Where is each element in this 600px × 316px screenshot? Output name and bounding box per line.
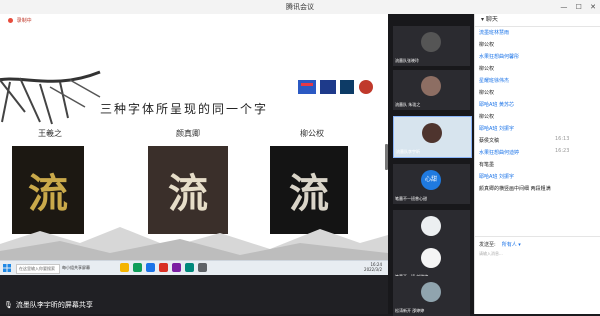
participant-name: 流墨队张晓玲 (395, 58, 419, 63)
participant-initials-avatar: 心甜 (421, 170, 441, 190)
participant-avatar (421, 32, 441, 52)
school-logos (298, 80, 373, 94)
taskbar-task-label[interactable]: 每小组共享屏幕 (62, 264, 90, 272)
participant-name: 松涛新开 邵婷婷 (395, 308, 425, 313)
chat-message-sender: 水果狂想曲何馨彤 (479, 54, 520, 60)
chat-message-sender: 星耀班徐伟杰 (479, 78, 510, 84)
chat-message-sender: 流墨班林慧雨 (479, 30, 510, 36)
windows-taskbar: 在这里输入你要搜索 每小组共享屏幕 16:24 2022/3/2 (0, 260, 388, 275)
file-explorer-icon[interactable] (120, 263, 129, 272)
shared-slide: 录制中 三种字体所呈现的同一个字 王羲之 颜真卿 柳公权 流 流 流 (0, 14, 388, 260)
wps-icon[interactable] (159, 263, 168, 272)
slide-title: 三种字体所呈现的同一个字 (100, 102, 269, 116)
windows-start-icon[interactable] (3, 264, 11, 272)
chat-message-sender: 耶哈A班 刘振宇 (479, 174, 515, 180)
app-icon[interactable] (172, 263, 181, 272)
calligrapher-name: 王羲之 (38, 129, 62, 138)
recording-indicator: 录制中 (8, 17, 32, 24)
chat-message-sender: 耶哈A班 刘振宇 (479, 126, 515, 132)
ink-mountains-decoration (0, 227, 388, 260)
record-dot-icon (8, 18, 13, 23)
chat-message-time: 16:13 (555, 136, 570, 142)
chat-header: ▾ 聊天 (475, 14, 600, 27)
participant-video-list: 流墨队张晓玲 流墨队 朱珑之 流墨队李宇昕 心甜 笔墨不一班曾心甜 笔墨不一班 … (388, 14, 474, 316)
chat-message-text: 柳公权 (479, 66, 495, 72)
chat-message-text: 柳公权 (479, 90, 495, 96)
chat-message-text: 颜真卿的横竖画中间细 两段粗满 (479, 186, 551, 192)
taskbar-search-input[interactable]: 在这里输入你要搜索 (16, 264, 60, 274)
chat-compose: 发送至: 所有人 ▾ 请输入消息... (475, 236, 600, 315)
participant-avatar (421, 76, 441, 96)
maximize-icon[interactable]: ☐ (576, 3, 582, 11)
chat-message-text: 柳公权 (479, 114, 495, 120)
participant-tile[interactable]: 流墨队李宇昕 (393, 116, 472, 158)
close-icon[interactable]: ✕ (590, 3, 596, 11)
app-icon[interactable] (185, 263, 194, 272)
calligrapher-name: 颜真卿 (176, 129, 200, 138)
browser-icon[interactable] (133, 263, 142, 272)
send-to-label: 发送至: (479, 242, 496, 248)
chat-input[interactable]: 请输入消息... (479, 251, 595, 261)
participant-name: 流墨队李宇昕 (396, 149, 420, 154)
participant-avatar (421, 248, 441, 268)
microphone-icon: 🎙 (4, 301, 13, 309)
minimize-icon[interactable]: — (560, 3, 567, 11)
chat-title: 聊天 (485, 16, 498, 23)
meeting-app-icon[interactable] (146, 263, 155, 272)
calligrapher-name: 柳公权 (300, 129, 324, 138)
participant-avatar (421, 216, 441, 236)
chat-message-sender: 水果狂想曲何迪婷 (479, 150, 520, 156)
participant-avatar (422, 123, 442, 143)
window-title: 腾讯会议 (286, 3, 314, 11)
send-to-target[interactable]: 所有人 ▾ (502, 242, 521, 248)
participant-name: 笔墨不一班曾心甜 (395, 196, 427, 201)
ink-branch-decoration (0, 70, 101, 125)
clock-date: 2022/3/2 (364, 267, 382, 272)
participant-avatar (421, 282, 441, 302)
participant-tile[interactable]: 心甜 笔墨不一班曾心甜 (393, 164, 470, 204)
share-owner-text: 流墨队李宇昕的屏幕共享 (15, 301, 93, 309)
participant-tile[interactable]: 流墨队 朱珑之 (393, 70, 470, 110)
window-titlebar: 腾讯会议 — ☐ ✕ (0, 0, 600, 14)
send-to-selector[interactable]: 发送至: 所有人 ▾ (479, 241, 521, 248)
recording-label: 录制中 (16, 18, 32, 24)
chat-message-sender: 耶哈A班 黄苏芯 (479, 102, 515, 108)
chat-message-text: 蔡侯文稿 (479, 138, 500, 144)
chat-message-text: 有笔墨 (479, 162, 495, 168)
participant-tile[interactable]: 流墨队张晓玲 (393, 26, 470, 66)
app-icon[interactable] (198, 263, 207, 272)
taskbar-clock[interactable]: 16:24 2022/3/2 (364, 262, 382, 272)
chat-message-time: 16:23 (555, 148, 570, 154)
chat-message-text: 柳公权 (479, 42, 495, 48)
participant-tile[interactable]: 松涛新开 邵婷婷 (393, 276, 470, 316)
chat-panel: ▾ 聊天 流墨班林慧雨 柳公权 水果狂想曲何馨彤 柳公权 星耀班徐伟杰 柳公权 耶哈A班 黄… (474, 14, 600, 314)
share-owner-label: 🎙 流墨队李宇昕的屏幕共享 (4, 300, 93, 310)
participant-name: 流墨队 朱珑之 (395, 102, 421, 107)
window-controls: — ☐ ✕ (554, 0, 596, 14)
taskbar-apps (120, 263, 207, 272)
